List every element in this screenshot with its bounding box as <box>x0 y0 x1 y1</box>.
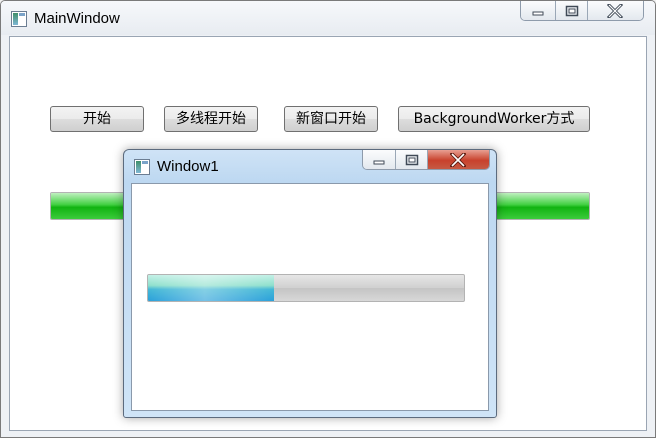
app-icon <box>134 159 150 175</box>
main-window-title: MainWindow <box>34 10 120 27</box>
main-titlebar[interactable]: MainWindow <box>1 1 655 35</box>
child-window-title: Window1 <box>157 158 219 175</box>
child-window: Window1 <box>123 149 497 418</box>
child-caption-buttons <box>362 150 490 170</box>
maximize-icon <box>565 5 578 16</box>
minimize-icon <box>373 160 385 164</box>
child-close-button[interactable] <box>427 150 489 169</box>
background-worker-button[interactable]: BackgroundWorker方式 <box>398 106 590 132</box>
main-close-button[interactable] <box>587 1 643 20</box>
child-progress-fill <box>148 275 275 301</box>
new-window-start-button[interactable]: 新窗口开始 <box>284 106 378 132</box>
maximize-icon <box>405 154 418 165</box>
close-icon <box>450 152 467 167</box>
app-icon <box>11 11 27 27</box>
main-maximize-button[interactable] <box>556 1 588 20</box>
multithread-start-button[interactable]: 多线程开始 <box>164 106 258 132</box>
child-maximize-button[interactable] <box>396 150 428 169</box>
child-progress-bar <box>147 274 465 302</box>
child-minimize-button[interactable] <box>363 150 397 169</box>
start-button[interactable]: 开始 <box>50 106 144 132</box>
minimize-icon <box>532 11 544 15</box>
close-icon <box>607 3 624 18</box>
main-minimize-button[interactable] <box>521 1 557 20</box>
main-caption-buttons <box>520 1 644 21</box>
child-client-area <box>131 183 489 411</box>
